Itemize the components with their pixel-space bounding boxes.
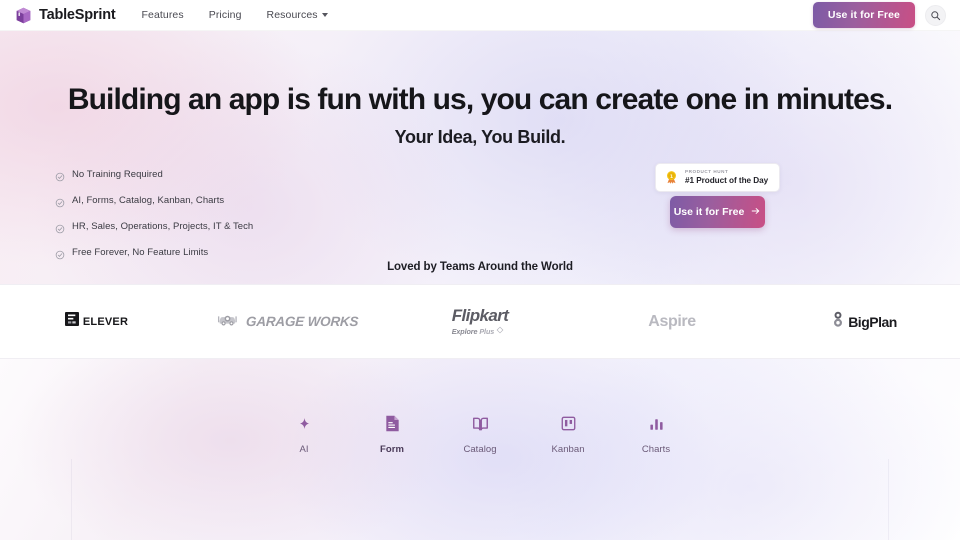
logo-item-bigplan: BigPlan: [768, 310, 960, 333]
flipkart-tagline-plus: Plus: [479, 326, 495, 336]
cube-logo-icon: [14, 6, 33, 25]
flipkart-tagline-explore: Explore: [451, 326, 478, 336]
customer-logo-strip: ELEVER GARAGE WORKS Flipkart Explore Plu…: [0, 284, 960, 359]
feature-tab-form[interactable]: Form: [361, 412, 423, 455]
flipkart-plus-icon: [496, 326, 504, 336]
nav-links: Features Pricing Resources: [141, 9, 328, 21]
product-hunt-text: PRODUCT HUNT #1 Product of the Day: [685, 169, 768, 185]
product-hunt-title: #1 Product of the Day: [685, 175, 769, 185]
preview-panel-right-edge: [888, 459, 889, 540]
hero-section: Building an app is fun with us, you can …: [0, 31, 960, 284]
preview-panel-left-edge: [71, 459, 72, 540]
bigplan-mark-icon: [831, 310, 845, 333]
nav-link-pricing[interactable]: Pricing: [209, 9, 242, 21]
hero-cta-use-it-for-free[interactable]: Use it for Free: [670, 196, 765, 228]
checklist-label: AI, Forms, Catalog, Kanban, Charts: [72, 194, 225, 206]
product-hunt-medal-icon: 1: [664, 170, 679, 185]
social-proof-heading: Loved by Teams Around the World: [387, 261, 573, 273]
feature-tab-catalog-label: Catalog: [463, 444, 497, 455]
open-book-icon: [471, 412, 490, 435]
brand-name: TableSprint: [39, 7, 116, 23]
logo-item-flipkart: Flipkart Explore Plus: [384, 307, 576, 336]
svg-text:1: 1: [670, 174, 673, 180]
feature-tab-catalog[interactable]: Catalog: [449, 412, 511, 455]
nav-link-features-label: Features: [141, 9, 184, 21]
list-item: AI, Forms, Catalog, Kanban, Charts: [55, 192, 385, 208]
check-circle-icon: [55, 195, 65, 208]
list-item: No Training Required: [55, 166, 385, 182]
nav-link-resources-label: Resources: [266, 9, 318, 21]
feature-tab-ai[interactable]: AI: [273, 412, 335, 455]
arrow-right-icon: [750, 206, 761, 219]
garage-works-label: GARAGE WORKS: [245, 314, 360, 329]
feature-tab-charts[interactable]: Charts: [625, 412, 687, 455]
feature-tab-kanban-label: Kanban: [551, 444, 585, 455]
logo-item-garage-works: GARAGE WORKS: [192, 311, 384, 332]
hero-cta-label: Use it for Free: [673, 206, 745, 218]
list-item: HR, Sales, Operations, Projects, IT & Te…: [55, 218, 385, 234]
product-hunt-badge[interactable]: 1 PRODUCT HUNT #1 Product of the Day: [655, 163, 780, 192]
feature-tab-kanban[interactable]: Kanban: [537, 412, 599, 455]
logo-item-elever: ELEVER: [0, 311, 192, 332]
feature-tab-ai-label: AI: [299, 444, 309, 455]
search-icon[interactable]: [925, 4, 946, 26]
brand-logo[interactable]: TableSprint: [14, 6, 116, 25]
checklist-label: No Training Required: [72, 168, 163, 180]
elever-label: ELEVER: [82, 315, 129, 328]
kanban-board-icon: [560, 412, 577, 435]
check-circle-icon: [55, 221, 65, 234]
nav-link-resources[interactable]: Resources: [267, 9, 328, 21]
check-circle-icon: [55, 247, 65, 260]
hero-checklist: No Training Required AI, Forms, Catalog,…: [55, 166, 385, 270]
hero-subheadline: Your Idea, You Build.: [394, 127, 566, 147]
checklist-label: HR, Sales, Operations, Projects, IT & Te…: [72, 220, 254, 232]
feature-tab-form-label: Form: [380, 444, 404, 455]
aspire-label: Aspire: [648, 312, 696, 330]
nav-actions: Use it for Free: [812, 2, 946, 28]
chevron-down-icon: [321, 13, 328, 17]
bar-chart-icon: [648, 412, 665, 435]
features-section: AI Form Catalog Kanban Charts: [0, 359, 960, 540]
nav-cta-use-it-for-free[interactable]: Use it for Free: [812, 2, 915, 28]
bigplan-label: BigPlan: [848, 313, 897, 330]
landing-page: TableSprint Features Pricing Resources U…: [0, 0, 960, 540]
feature-tab-charts-label: Charts: [641, 444, 671, 455]
flipkart-label: Flipkart: [451, 306, 509, 325]
document-form-icon: [384, 412, 401, 435]
nav-link-pricing-label: Pricing: [208, 9, 242, 21]
logo-item-aspire: Aspire: [576, 313, 768, 331]
feature-tabs: AI Form Catalog Kanban Charts: [0, 412, 960, 455]
garage-car-icon: [217, 311, 242, 332]
elever-mark-icon: [64, 311, 80, 332]
top-navigation-bar: TableSprint Features Pricing Resources U…: [0, 0, 960, 31]
page-title: Building an app is fun with us, you can …: [67, 83, 893, 116]
sparkle-icon: [296, 412, 313, 435]
check-circle-icon: [55, 169, 65, 182]
checklist-label: Free Forever, No Feature Limits: [72, 246, 209, 258]
nav-link-features[interactable]: Features: [141, 9, 183, 21]
list-item: Free Forever, No Feature Limits: [55, 244, 385, 260]
